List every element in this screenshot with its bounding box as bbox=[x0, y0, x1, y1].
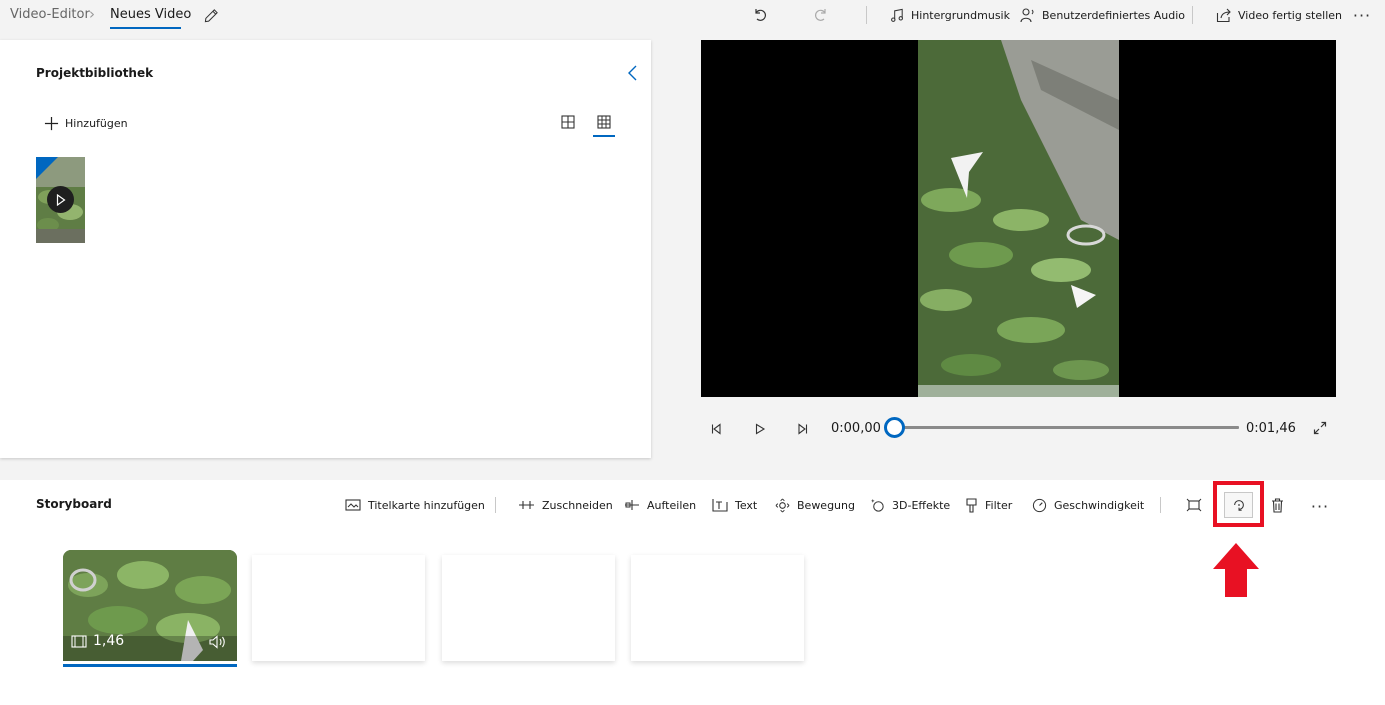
trim-icon bbox=[518, 499, 535, 511]
empty-clip-slot[interactable] bbox=[631, 555, 804, 661]
library-media-thumbnail[interactable] bbox=[36, 157, 85, 243]
custom-audio-label: Benutzerdefiniertes Audio bbox=[1042, 8, 1186, 22]
project-library-panel bbox=[0, 40, 651, 458]
title-card-button[interactable]: Titelkarte hinzufügen bbox=[345, 490, 485, 520]
finish-video-label: Video fertig stellen bbox=[1238, 8, 1342, 22]
filter-icon bbox=[965, 497, 978, 513]
trim-button[interactable]: Zuschneiden bbox=[518, 490, 613, 520]
empty-clip-slot[interactable] bbox=[252, 555, 425, 661]
top-bar: Video-Editor › Neues Video Hintergrundmu… bbox=[0, 0, 1385, 32]
chevron-left-icon[interactable] bbox=[622, 62, 644, 84]
filter-button[interactable]: Filter bbox=[965, 490, 1012, 520]
finish-video-button[interactable]: Video fertig stellen bbox=[1216, 0, 1342, 30]
split-icon bbox=[624, 499, 640, 511]
play-button[interactable] bbox=[749, 418, 771, 440]
library-title: Projektbibliothek bbox=[36, 66, 154, 80]
add-media-label: Hinzufügen bbox=[65, 116, 128, 130]
toolbar-separator bbox=[1192, 6, 1193, 24]
more-icon[interactable]: ··· bbox=[1350, 5, 1374, 25]
background-music-button[interactable]: Hintergrundmusik bbox=[890, 0, 1010, 30]
effects-3d-button[interactable]: 3D-Effekte bbox=[870, 490, 950, 520]
custom-audio-button[interactable]: Benutzerdefiniertes Audio bbox=[1020, 0, 1185, 30]
motion-button[interactable]: Bewegung bbox=[775, 490, 855, 520]
person-audio-icon bbox=[1020, 7, 1036, 23]
resize-icon[interactable] bbox=[1183, 494, 1205, 516]
rotate-button[interactable] bbox=[1224, 492, 1253, 518]
breadcrumb-separator: › bbox=[89, 5, 95, 23]
undo-icon[interactable] bbox=[749, 4, 771, 26]
title-card-icon bbox=[345, 499, 361, 511]
add-media-button[interactable]: Hinzufügen bbox=[44, 111, 128, 135]
effects-3d-label: 3D-Effekte bbox=[892, 498, 951, 512]
trim-label: Zuschneiden bbox=[542, 498, 613, 512]
storyboard-title: Storyboard bbox=[36, 497, 112, 511]
title-card-label: Titelkarte hinzufügen bbox=[368, 498, 485, 512]
storyboard-more-icon[interactable]: ··· bbox=[1308, 496, 1332, 516]
motion-icon bbox=[775, 498, 790, 513]
total-time: 0:01,46 bbox=[1246, 421, 1296, 436]
clip-duration: 1,46 bbox=[93, 633, 125, 649]
split-button[interactable]: Aufteilen bbox=[624, 490, 696, 520]
video-preview[interactable] bbox=[701, 40, 1336, 397]
seek-bar[interactable] bbox=[895, 426, 1239, 429]
film-icon bbox=[71, 634, 87, 648]
text-label: Text bbox=[735, 498, 758, 512]
text-button[interactable]: Text bbox=[712, 490, 757, 520]
background-music-label: Hintergrundmusik bbox=[911, 8, 1010, 22]
grid-small-icon[interactable] bbox=[593, 111, 615, 133]
step-forward-icon[interactable] bbox=[792, 418, 814, 440]
current-time: 0:00,00 bbox=[831, 421, 881, 436]
share-icon bbox=[1216, 7, 1232, 23]
redo-icon[interactable] bbox=[810, 4, 832, 26]
step-back-icon[interactable] bbox=[705, 418, 727, 440]
clip-selected-indicator bbox=[63, 664, 237, 667]
effects-3d-icon bbox=[870, 498, 885, 513]
empty-clip-slot[interactable] bbox=[442, 555, 615, 661]
view-selected-indicator bbox=[593, 135, 615, 137]
storyboard-separator bbox=[1160, 497, 1161, 513]
storyboard-clip[interactable]: 1,46 bbox=[63, 550, 237, 661]
plus-icon bbox=[44, 116, 59, 131]
rotate-icon bbox=[1233, 500, 1244, 511]
volume-icon[interactable] bbox=[207, 633, 229, 651]
preview-frame bbox=[701, 40, 1336, 397]
motion-label: Bewegung bbox=[797, 498, 855, 512]
breadcrumb-current[interactable]: Neues Video bbox=[110, 7, 191, 22]
delete-icon[interactable] bbox=[1266, 494, 1288, 516]
text-icon bbox=[712, 498, 728, 512]
filter-label: Filter bbox=[985, 498, 1013, 512]
music-note-icon bbox=[890, 8, 905, 23]
breadcrumb-root[interactable]: Video-Editor bbox=[10, 7, 90, 22]
pencil-icon[interactable] bbox=[200, 4, 222, 26]
toolbar-separator bbox=[866, 6, 867, 24]
speed-button[interactable]: Geschwindigkeit bbox=[1032, 490, 1144, 520]
grid-large-icon[interactable] bbox=[557, 111, 579, 133]
storyboard-separator bbox=[495, 497, 496, 513]
clip-duration-badge: 1,46 bbox=[71, 633, 124, 649]
speed-icon bbox=[1032, 498, 1047, 513]
fullscreen-icon[interactable] bbox=[1309, 417, 1331, 439]
play-icon bbox=[755, 423, 766, 435]
breadcrumb-underline bbox=[110, 27, 181, 29]
split-label: Aufteilen bbox=[647, 498, 697, 512]
seek-thumb[interactable] bbox=[884, 417, 905, 438]
red-arrow-icon bbox=[1212, 542, 1260, 598]
speed-label: Geschwindigkeit bbox=[1054, 498, 1145, 512]
play-icon bbox=[47, 186, 74, 213]
